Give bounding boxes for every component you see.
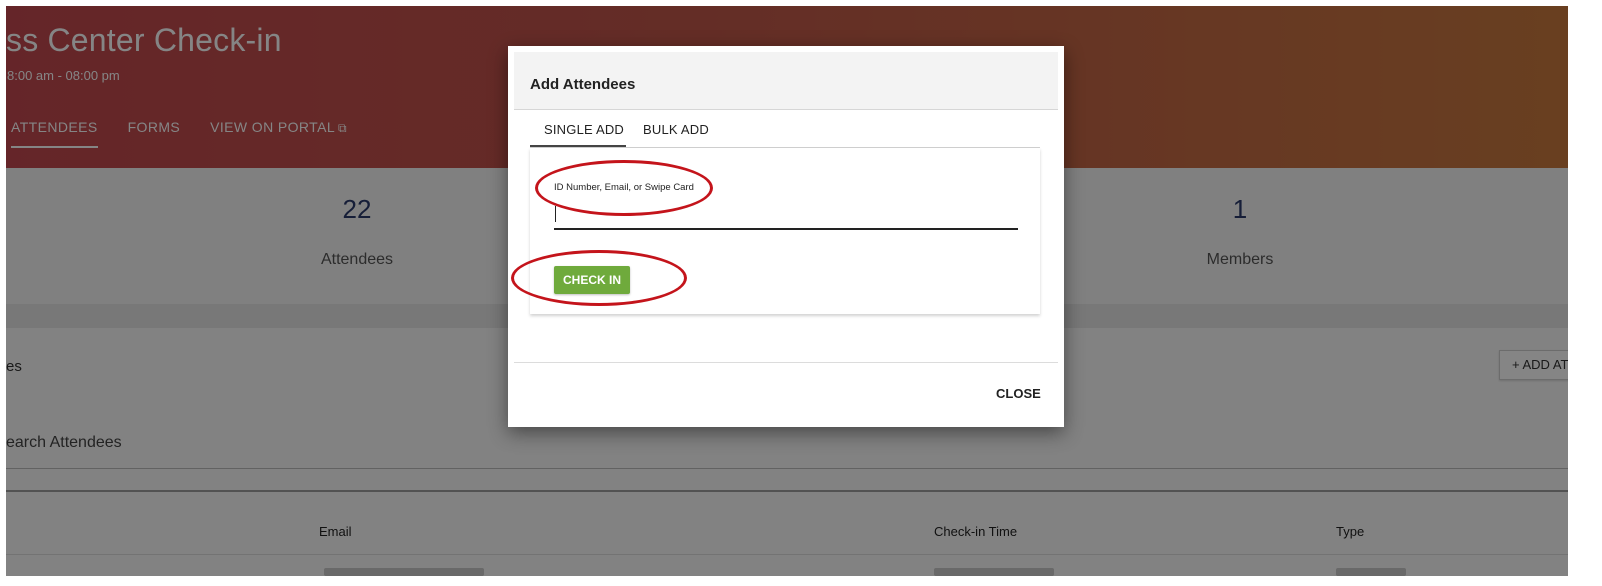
dialog-footer-divider bbox=[514, 362, 1058, 363]
id-email-swipe-input[interactable] bbox=[554, 200, 1018, 230]
app-root: ss Center Check-in 8:00 am - 08:00 pm AT… bbox=[6, 6, 1568, 576]
active-tab-indicator bbox=[530, 145, 626, 147]
close-button[interactable]: CLOSE bbox=[996, 386, 1041, 401]
tab-bulk-add[interactable]: BULK ADD bbox=[643, 122, 709, 137]
dialog-tabs: SINGLE ADD BULK ADD bbox=[530, 110, 1040, 148]
single-add-card: ID Number, Email, or Swipe Card CHECK IN bbox=[530, 148, 1040, 314]
text-cursor bbox=[555, 206, 556, 222]
id-field-label: ID Number, Email, or Swipe Card bbox=[554, 182, 694, 193]
add-attendees-dialog: Add Attendees SINGLE ADD BULK ADD ID Num… bbox=[508, 46, 1064, 427]
tab-single-add[interactable]: SINGLE ADD bbox=[544, 122, 624, 137]
check-in-button[interactable]: CHECK IN bbox=[554, 266, 630, 294]
dialog-header: Add Attendees bbox=[514, 52, 1058, 110]
dialog-title: Add Attendees bbox=[530, 76, 636, 93]
